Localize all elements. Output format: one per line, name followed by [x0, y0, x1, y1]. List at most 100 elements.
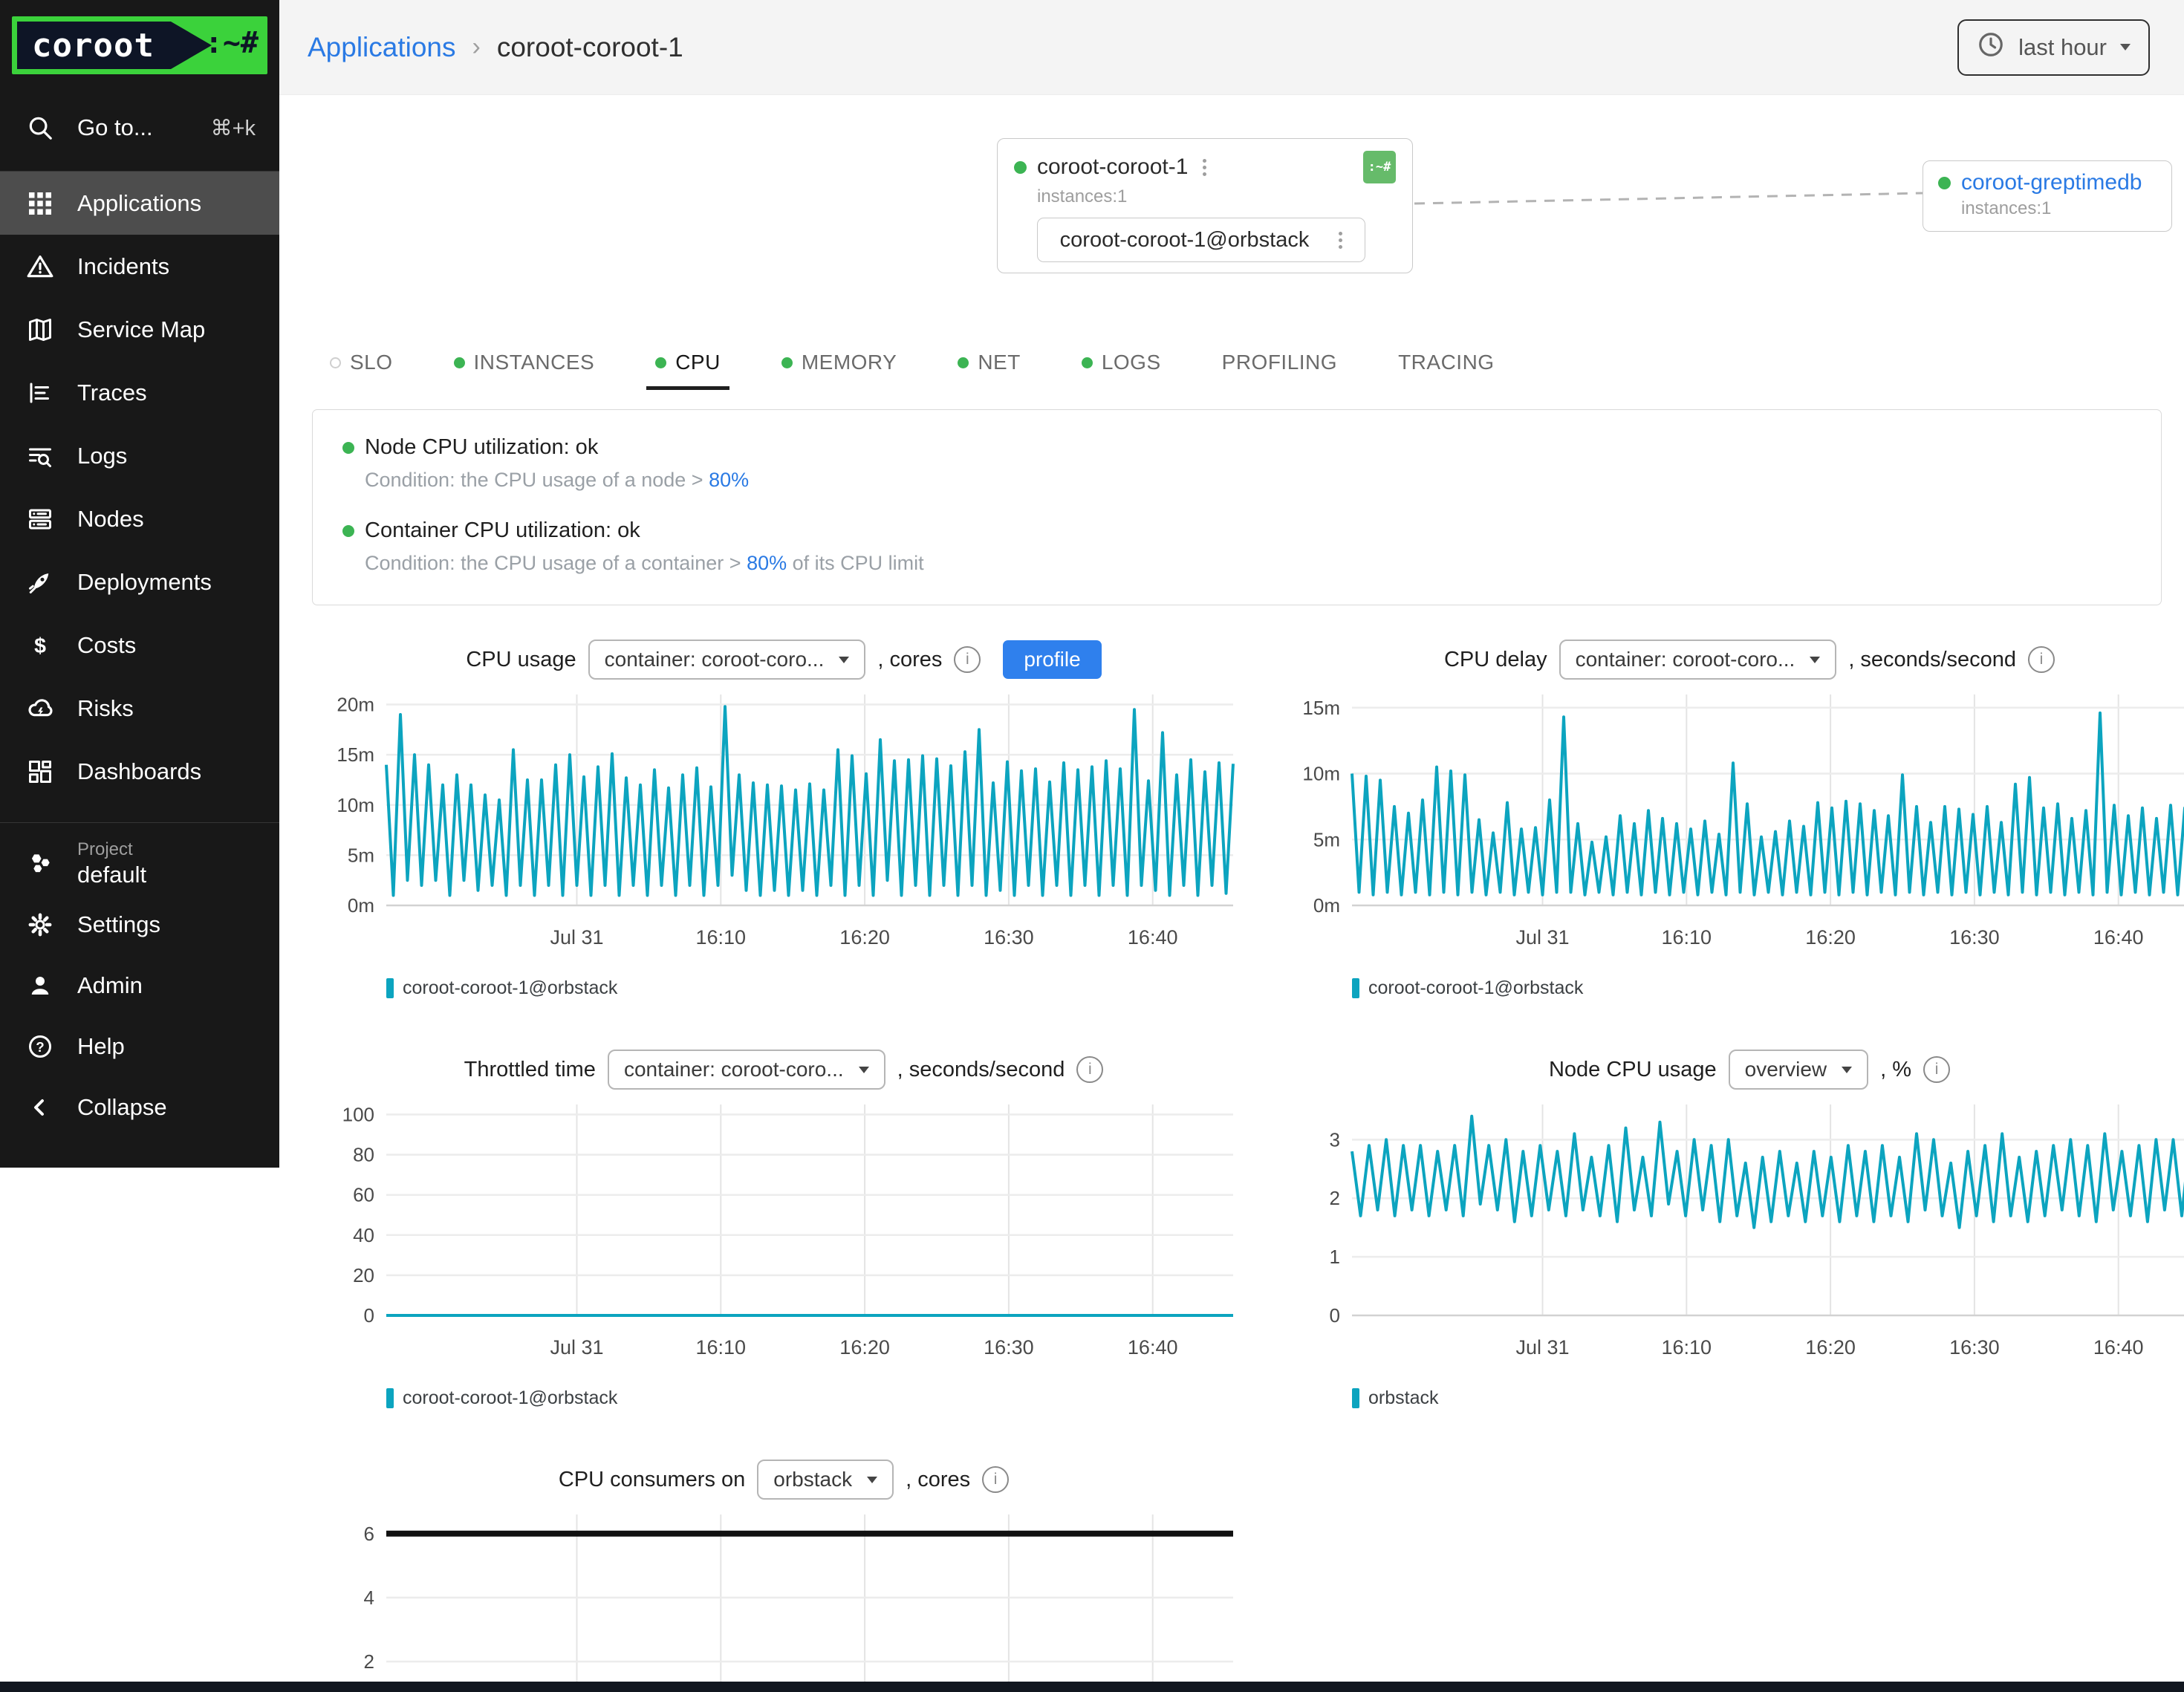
info-icon[interactable]: i [1076, 1056, 1103, 1083]
sidebar-item-costs[interactable]: $ Costs [0, 614, 279, 677]
sidebar-item-logs[interactable]: Logs [0, 424, 279, 487]
chevron-down-icon [2120, 44, 2131, 51]
chart-selector-dropdown[interactable]: container: coroot-coro... [588, 640, 866, 680]
legend-item[interactable]: orbstack [1352, 1387, 1438, 1409]
series-coroot-coroot-1@orbstack [386, 706, 1233, 895]
sidebar-item-label: Nodes [77, 506, 144, 533]
threshold-link[interactable]: 80% [709, 469, 749, 491]
tab-profiling[interactable]: PROFILING [1213, 345, 1346, 390]
info-icon[interactable]: i [982, 1466, 1009, 1493]
info-icon[interactable]: i [954, 646, 981, 673]
check-title: Container CPU utilization: ok [365, 518, 640, 543]
sidebar-item-label: Deployments [77, 569, 212, 596]
breadcrumb-applications-link[interactable]: Applications [308, 32, 456, 63]
svg-text:16:30: 16:30 [1949, 1336, 2000, 1359]
kebab-menu-icon[interactable] [1339, 232, 1342, 249]
chart-title: Node CPU usage [1549, 1058, 1717, 1082]
svg-text:16:30: 16:30 [984, 1336, 1034, 1359]
svg-text:16:30: 16:30 [984, 926, 1034, 949]
kebab-menu-icon[interactable] [1203, 159, 1206, 176]
check-status-dot [342, 525, 354, 537]
coroot-logo[interactable]: coroot :~# [12, 16, 267, 74]
chart-selector-dropdown[interactable]: overview [1729, 1050, 1868, 1090]
svg-text:16:10: 16:10 [1662, 1336, 1712, 1359]
svg-text:16:20: 16:20 [839, 1336, 890, 1359]
cloud-bolt-icon [24, 692, 56, 725]
time-range-picker[interactable]: last hour [1957, 19, 2150, 76]
chart-header: CPU consumers on orbstack , cores i [319, 1457, 1248, 1503]
sidebar-item-collapse[interactable]: Collapse [0, 1077, 279, 1138]
dashboard-icon [24, 755, 56, 788]
chart-title: CPU consumers on [559, 1468, 745, 1492]
chart-selector-value: orbstack [773, 1468, 852, 1491]
info-icon[interactable]: i [2028, 646, 2055, 673]
tab-memory[interactable]: MEMORY [773, 345, 906, 390]
svg-text:15m: 15m [337, 743, 374, 766]
threshold-link[interactable]: 80% [747, 552, 787, 574]
legend-label: orbstack [1368, 1387, 1438, 1409]
sidebar-item-nodes[interactable]: Nodes [0, 487, 279, 550]
chart-card-cpu-consumers-on: CPU consumers on orbstack , cores iJul 3… [319, 1457, 1248, 1692]
sidebar-item-label: Applications [77, 190, 201, 217]
sidebar-item-settings[interactable]: Settings [0, 894, 279, 955]
sidebar-item-deployments[interactable]: Deployments [0, 550, 279, 614]
sidebar-item-traces[interactable]: Traces [0, 361, 279, 424]
chart-selector-value: container: coroot-coro... [1576, 648, 1795, 671]
check-item: Node CPU utilization: ok Condition: the … [342, 435, 2131, 492]
tab-net[interactable]: NET [949, 345, 1030, 390]
goto-search[interactable]: Go to... ⌘+k [0, 104, 279, 152]
legend-item[interactable]: coroot-coroot-1@orbstack [386, 1387, 617, 1409]
profile-button[interactable]: profile [1003, 640, 1101, 679]
tab-slo[interactable]: SLO [321, 345, 402, 390]
checks-panel: Node CPU utilization: ok Condition: the … [312, 409, 2162, 605]
svg-text:Jul 31: Jul 31 [550, 926, 603, 949]
legend-label: coroot-coroot-1@orbstack [403, 1387, 617, 1409]
legend-item[interactable]: coroot-coroot-1@orbstack [386, 977, 617, 999]
sidebar-item-dashboards[interactable]: Dashboards [0, 740, 279, 803]
chart-selector-dropdown[interactable]: container: coroot-coro... [1559, 640, 1837, 680]
chart-selector-value: container: coroot-coro... [624, 1058, 844, 1081]
tab-status-dot [781, 357, 793, 368]
time-range-value: last hour [2018, 34, 2107, 61]
info-icon[interactable]: i [1923, 1056, 1950, 1083]
report-tabs: SLO INSTANCES CPU MEMORY NET LOGS PROFILING TRA… [321, 345, 2184, 390]
sidebar-item-incidents[interactable]: Incidents [0, 235, 279, 298]
svg-text:Jul 31: Jul 31 [1515, 1336, 1569, 1359]
instances-label: instances:1 [1037, 186, 1396, 207]
svg-text:0: 0 [1330, 1304, 1340, 1327]
sidebar-item-project[interactable]: Project default [0, 833, 279, 894]
chart-selector-dropdown[interactable]: orbstack [757, 1460, 894, 1500]
sidebar-item-risks[interactable]: Risks [0, 677, 279, 740]
tab-cpu[interactable]: CPU [646, 345, 729, 390]
sidebar-item-admin[interactable]: Admin [0, 955, 279, 1016]
tab-logs[interactable]: LOGS [1073, 345, 1170, 390]
svg-text:0: 0 [364, 1304, 374, 1327]
tab-label: CPU [675, 351, 721, 374]
series-coroot-coroot-1@orbstack [1352, 713, 2184, 895]
chart-card-cpu-usage: CPU usage container: coroot-coro... , co… [319, 637, 1248, 999]
svg-text:3: 3 [1330, 1128, 1340, 1151]
sidebar-item-service-map[interactable]: Service Map [0, 298, 279, 361]
sidebar-item-label: Logs [77, 443, 127, 469]
sidebar-item-help[interactable]: ? Help [0, 1016, 279, 1077]
peer-node-card[interactable]: coroot-greptimedb instances:1 [1923, 160, 2172, 232]
legend-swatch [1352, 1388, 1359, 1408]
tab-instances[interactable]: INSTANCES [445, 345, 604, 390]
tab-tracing[interactable]: TRACING [1389, 345, 1504, 390]
instance-chip[interactable]: coroot-coroot-1@orbstack [1037, 218, 1365, 262]
main-content: coroot-coroot-1 :~# instances:1 coroot-c… [279, 95, 2184, 1682]
svg-text:16:40: 16:40 [2093, 926, 2144, 949]
peer-node-link[interactable]: coroot-greptimedb [1961, 170, 2142, 195]
legend-item[interactable]: coroot-coroot-1@orbstack [1352, 977, 1583, 999]
dropdown-caret-icon [867, 1477, 877, 1483]
chart-selector-dropdown[interactable]: container: coroot-coro... [608, 1050, 885, 1090]
svg-text:20: 20 [353, 1264, 374, 1286]
instances-label: instances:1 [1961, 198, 2157, 219]
tab-status-dot [330, 357, 341, 368]
svg-text:40: 40 [353, 1224, 374, 1246]
svg-text:?: ? [36, 1039, 44, 1055]
chart-selector-value: container: coroot-coro... [605, 648, 825, 671]
app-node-card[interactable]: coroot-coroot-1 :~# instances:1 coroot-c… [997, 138, 1413, 273]
sidebar-item-applications[interactable]: Applications [0, 172, 279, 235]
sidebar-item-label: Collapse [77, 1094, 167, 1121]
